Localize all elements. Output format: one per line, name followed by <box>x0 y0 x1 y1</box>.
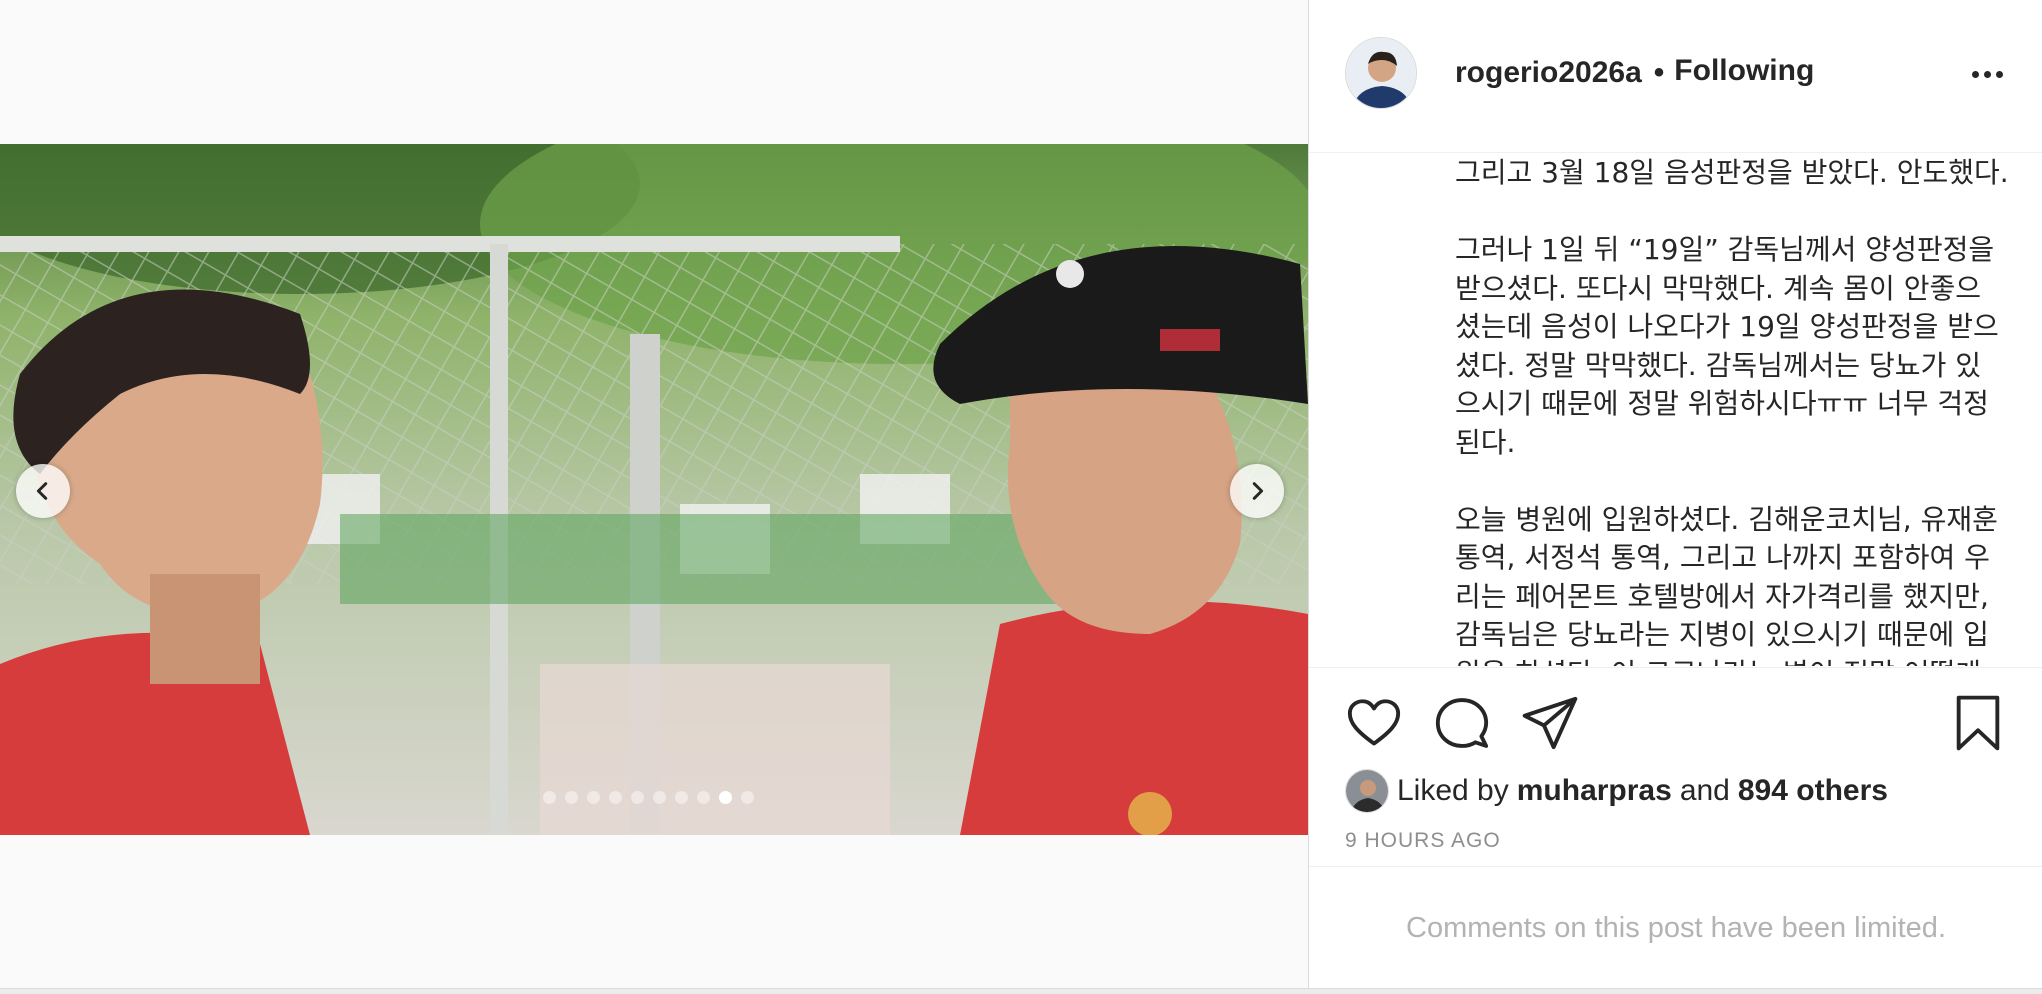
like-button[interactable] <box>1345 694 1403 752</box>
likes-conjunction: and <box>1679 774 1730 807</box>
liker-username-link[interactable]: muharpras <box>1517 774 1672 808</box>
comment-button[interactable] <box>1433 694 1491 752</box>
post-photo-image <box>0 144 1308 835</box>
carousel-indicators <box>543 790 754 804</box>
username-link[interactable]: rogerio2026a <box>1455 56 1642 90</box>
avatar-image <box>1346 38 1416 108</box>
paper-plane-icon <box>1522 696 1578 750</box>
carousel-next-button[interactable] <box>1230 464 1284 518</box>
media-pane <box>0 0 1308 988</box>
carousel-dot <box>565 790 578 804</box>
more-dots-icon[interactable] <box>1972 64 2006 84</box>
post-details-panel: rogerio2026a • Following 그리고 3월 18일 음성판정… <box>1308 0 2042 988</box>
comments-limited-notice: Comments on this post have been limited. <box>1309 866 2042 989</box>
likes-others-link[interactable]: 894 others <box>1738 774 1888 808</box>
carousel-dot <box>543 790 556 804</box>
liker-avatar[interactable] <box>1345 769 1389 813</box>
carousel-dot <box>631 790 644 804</box>
post-actions-section: Liked by muharpras and 894 others 9 HOUR… <box>1309 667 2042 988</box>
share-button[interactable] <box>1521 694 1579 752</box>
carousel-prev-button[interactable] <box>16 464 70 518</box>
bookmark-icon <box>1956 695 2000 751</box>
window-bottom-edge <box>0 988 2042 994</box>
post-header: rogerio2026a • Following <box>1309 0 2042 153</box>
avatar[interactable] <box>1345 37 1417 109</box>
likes-summary: Liked by muharpras and 894 others <box>1345 769 1896 813</box>
separator-dot: • <box>1653 56 1665 89</box>
carousel-dot <box>675 790 688 804</box>
carousel-dot <box>697 790 710 804</box>
post-photo[interactable] <box>0 144 1308 835</box>
carousel-dot <box>587 790 600 804</box>
heart-icon <box>1347 699 1401 746</box>
likes-prefix: Liked by <box>1397 774 1509 807</box>
chevron-right-icon <box>1252 482 1264 500</box>
action-icon-row <box>1345 694 2007 754</box>
post-caption: 그리고 3월 18일 음성판정을 받았다. 안도했다. 그러나 1일 뒤 “19… <box>1455 156 2009 666</box>
carousel-dot <box>741 790 754 804</box>
instagram-post-view: rogerio2026a • Following 그리고 3월 18일 음성판정… <box>0 0 2042 994</box>
comment-bubble-icon <box>1435 698 1489 748</box>
follow-status-button[interactable]: Following <box>1674 54 1814 88</box>
post-timestamp[interactable]: 9 HOURS AGO <box>1345 829 1501 853</box>
carousel-dot <box>719 790 732 804</box>
carousel-dot <box>609 790 622 804</box>
liker-avatar-image <box>1346 770 1388 812</box>
chevron-left-icon <box>36 482 48 500</box>
caption-scroll-area[interactable]: 그리고 3월 18일 음성판정을 받았다. 안도했다. 그러나 1일 뒤 “19… <box>1309 154 2042 666</box>
save-button[interactable] <box>1949 694 2007 752</box>
carousel-dot <box>653 790 666 804</box>
